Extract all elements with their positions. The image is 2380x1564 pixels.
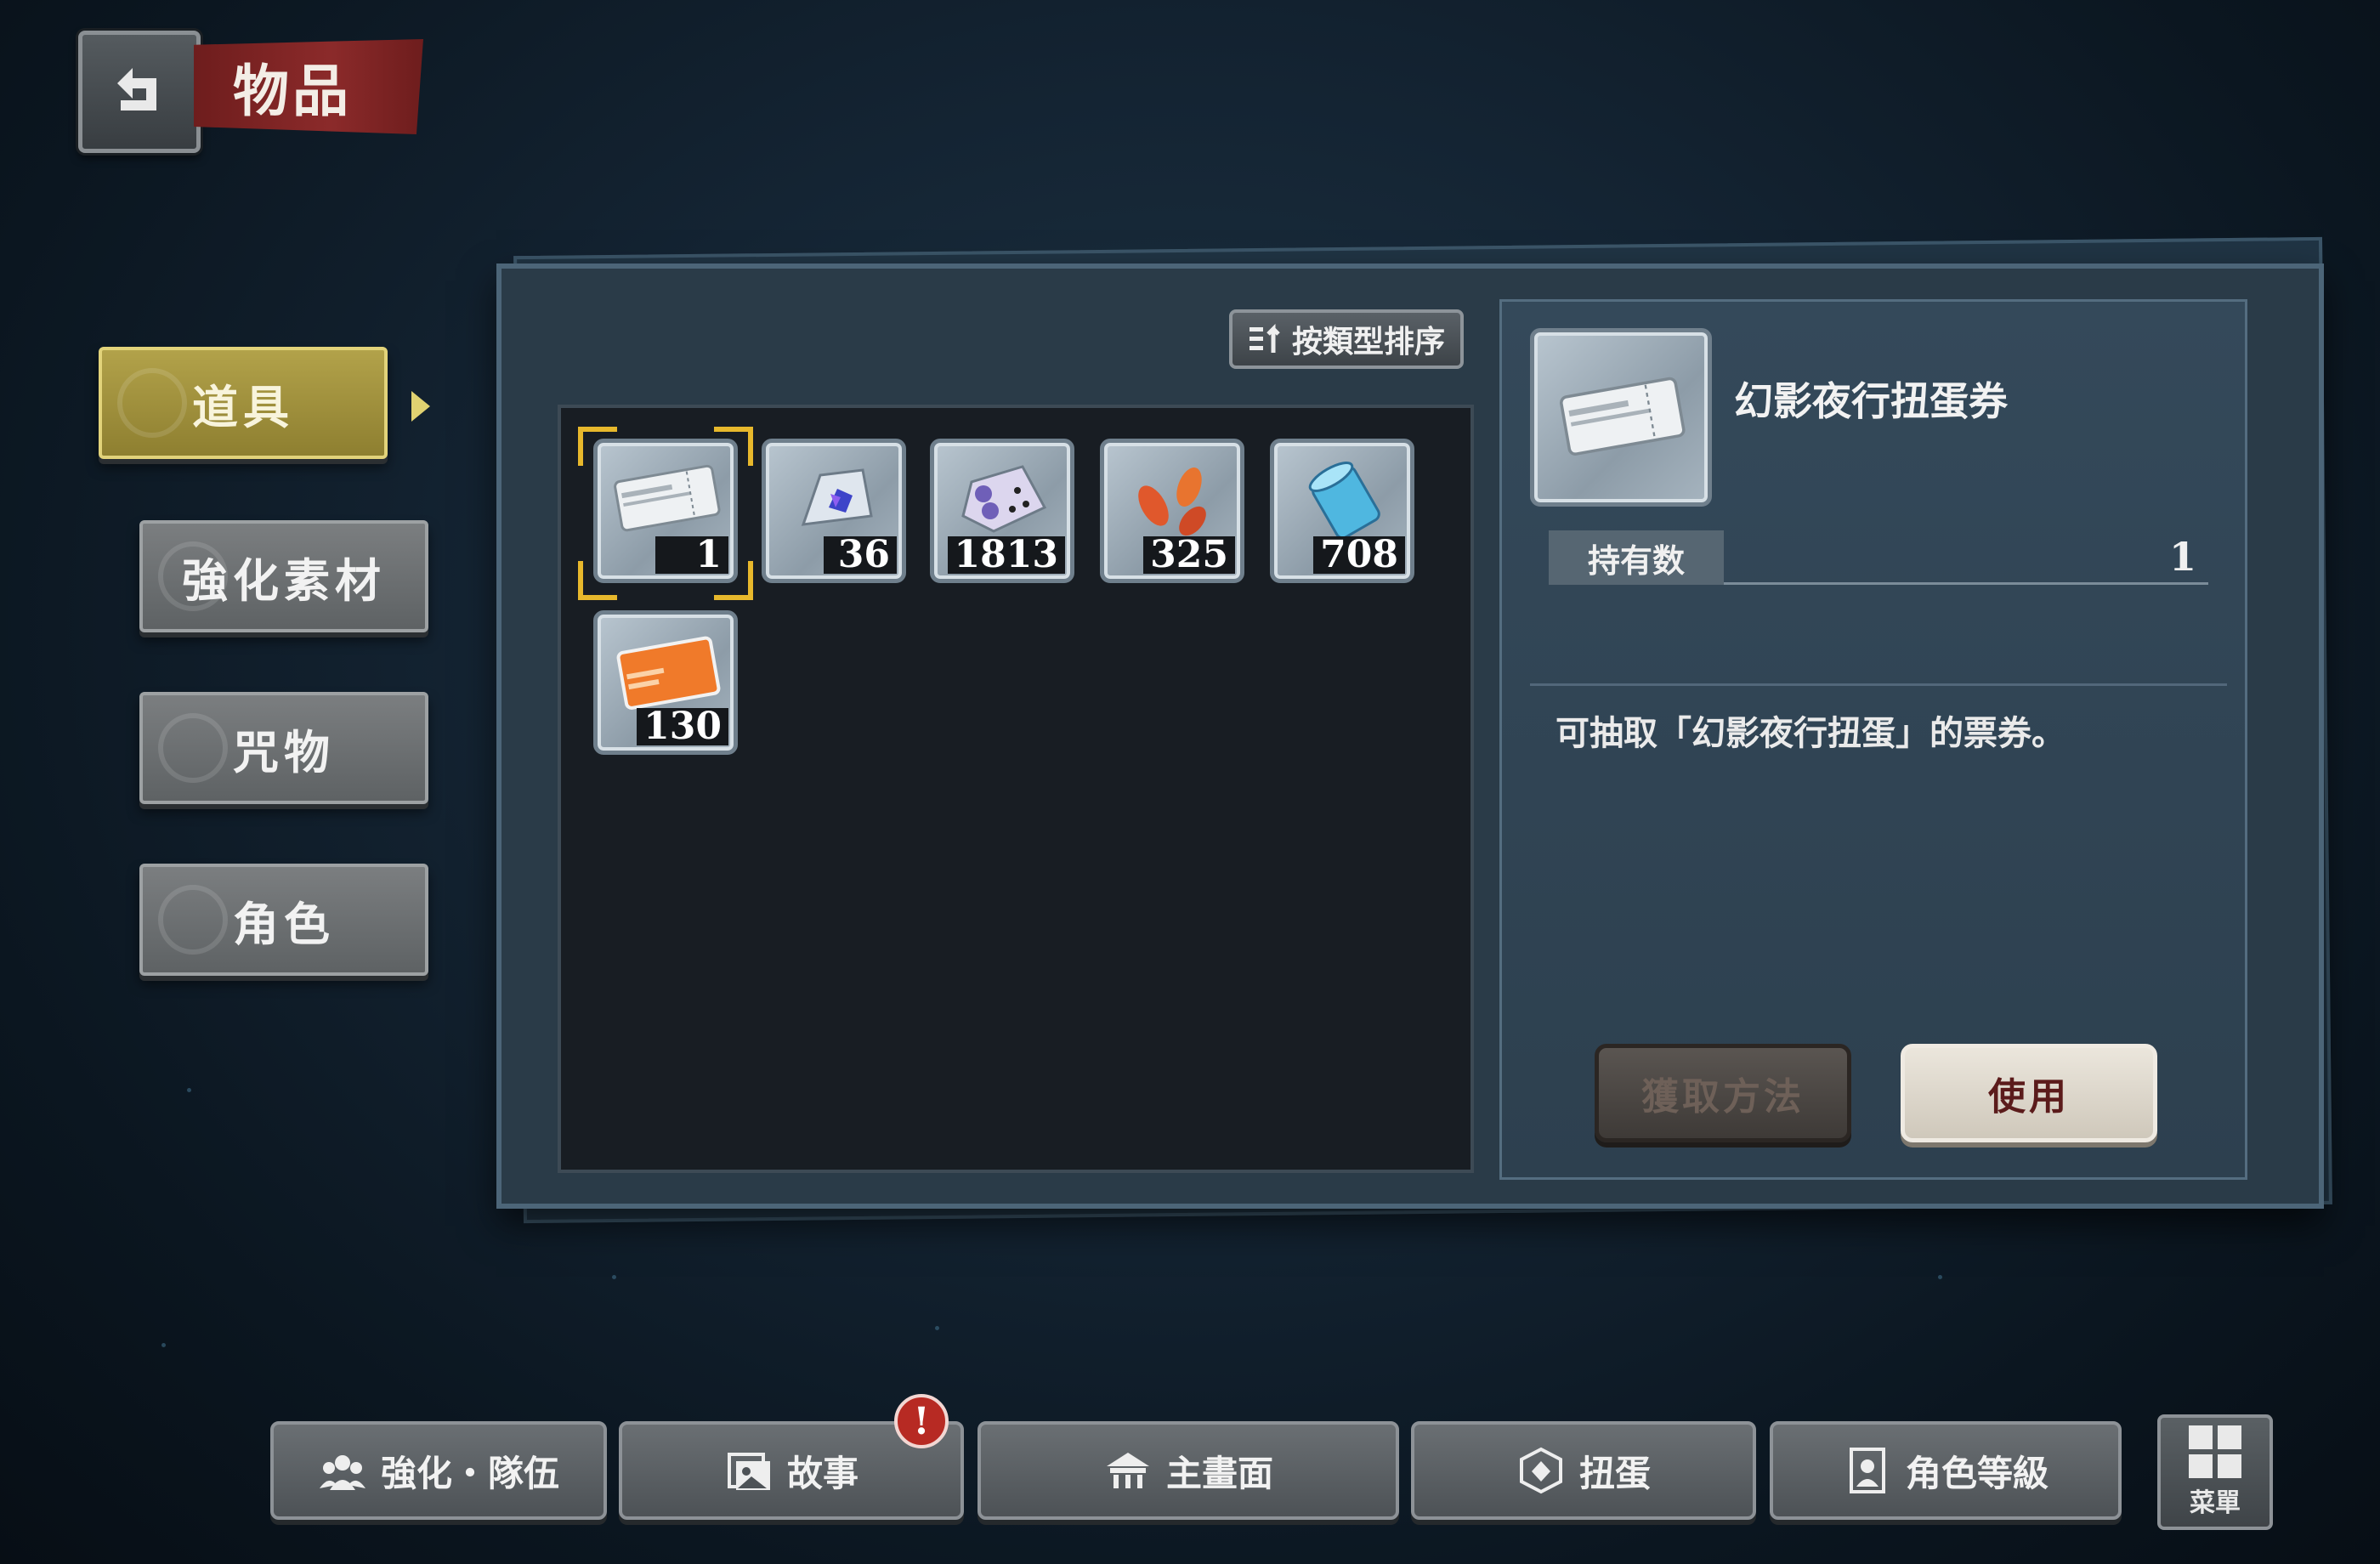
tab-upgrade-materials[interactable]: 強化素材 bbox=[139, 520, 428, 632]
menu-grid-icon bbox=[2189, 1425, 2241, 1478]
background-speck bbox=[187, 1088, 191, 1092]
detail-item-icon bbox=[1530, 328, 1712, 507]
item-description: 可抽取「幻影夜行扭蛋」的票券。 bbox=[1556, 713, 2066, 753]
nav-character-level[interactable]: 角色等級 bbox=[1770, 1421, 2122, 1520]
background-speck bbox=[612, 1275, 616, 1279]
item-blue-cylinder[interactable]: 708 bbox=[1270, 439, 1414, 583]
menu-button[interactable]: 菜單 bbox=[2157, 1414, 2273, 1530]
active-tab-arrow-icon bbox=[411, 391, 430, 422]
blue-cylinder-icon bbox=[1308, 462, 1380, 540]
held-count-value: 1 bbox=[2168, 534, 2196, 580]
nav-label: 扭蛋 bbox=[1578, 1452, 1651, 1494]
item-count: 708 bbox=[1313, 536, 1405, 574]
item-purple-dice-crystal[interactable]: 1813 bbox=[930, 439, 1074, 583]
nav-label: 強化・隊伍 bbox=[380, 1452, 559, 1494]
back-arrow-icon bbox=[117, 68, 156, 110]
point-charge-card-icon bbox=[616, 636, 721, 710]
item-blue-crystal-pouch[interactable]: 36 bbox=[762, 439, 906, 583]
tab-ornament-icon bbox=[158, 713, 228, 783]
home-icon bbox=[1106, 1453, 1149, 1488]
tab-characters[interactable]: 角色 bbox=[139, 864, 428, 976]
tab-ornament-icon bbox=[158, 885, 228, 955]
purple-dice-crystal-icon bbox=[961, 465, 1047, 533]
orange-leaves-icon bbox=[1138, 468, 1206, 536]
item-orange-leaves[interactable]: 325 bbox=[1100, 439, 1244, 583]
detail-divider bbox=[1530, 683, 2227, 686]
tab-cursed-objects[interactable]: 咒物 bbox=[139, 692, 428, 804]
nav-home[interactable]: 主畫面 bbox=[978, 1421, 1399, 1520]
nav-gacha[interactable]: 扭蛋 bbox=[1411, 1421, 1756, 1520]
nav-label: 角色等級 bbox=[1905, 1452, 2048, 1494]
held-count-row: 持有数 1 bbox=[1549, 530, 2208, 585]
how-to-get-button[interactable]: 獲取方法 bbox=[1595, 1044, 1851, 1142]
use-button[interactable]: 使用 bbox=[1901, 1044, 2157, 1142]
item-count: 325 bbox=[1143, 536, 1235, 574]
team-icon bbox=[319, 1455, 366, 1490]
sort-label: 按類型排序 bbox=[1291, 324, 1445, 360]
nav-label: 主畫面 bbox=[1165, 1452, 1273, 1494]
item-count: 1813 bbox=[947, 536, 1065, 574]
tab-label: 角色 bbox=[233, 896, 335, 951]
nav-label: 故事 bbox=[786, 1452, 858, 1494]
story-alert-badge: ! bbox=[894, 1394, 949, 1448]
back-button[interactable] bbox=[78, 31, 201, 153]
gacha-icon bbox=[1519, 1447, 1562, 1494]
item-count: 36 bbox=[824, 536, 897, 574]
tab-label: 咒物 bbox=[233, 724, 335, 779]
tab-label: 道具 bbox=[192, 379, 294, 434]
nav-upgrade-team[interactable]: 強化・隊伍 bbox=[270, 1421, 607, 1520]
tab-ornament-icon bbox=[117, 368, 187, 438]
page-title: 物品 bbox=[194, 39, 423, 134]
item-point-charge-card[interactable]: 130 bbox=[593, 610, 738, 755]
background-speck bbox=[935, 1326, 939, 1330]
held-count-label: 持有数 bbox=[1549, 530, 1724, 585]
gacha-ticket-icon bbox=[1560, 377, 1686, 456]
sort-by-type-button[interactable]: 按類型排序 bbox=[1229, 309, 1464, 369]
item-name: 幻影夜行扭蛋券 bbox=[1734, 378, 2008, 424]
tab-items[interactable]: 道具 bbox=[99, 347, 388, 459]
background-speck bbox=[1938, 1275, 1942, 1279]
story-icon bbox=[727, 1453, 770, 1490]
blue-crystal-pouch-icon bbox=[801, 468, 873, 526]
selection-frame bbox=[578, 427, 753, 600]
character-icon bbox=[1849, 1448, 1885, 1493]
item-count: 130 bbox=[637, 708, 728, 745]
sort-icon bbox=[1249, 323, 1280, 353]
tab-ornament-icon bbox=[158, 541, 228, 611]
background-speck bbox=[162, 1343, 166, 1347]
menu-label: 菜單 bbox=[2190, 1488, 2241, 1518]
